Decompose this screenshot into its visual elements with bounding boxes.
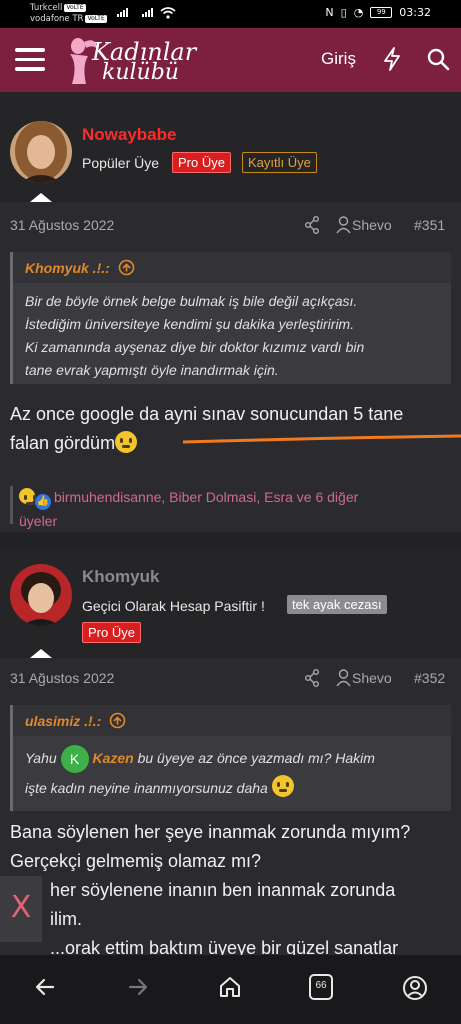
forward-icon[interactable] [126,975,150,999]
shocked-reaction-icon [19,488,35,505]
post-date[interactable]: 31 Ağustos 2022 [10,217,114,233]
user-header: Nowaybabe Popüler Üye Pro Üye Kayıtlı Üy… [0,92,461,202]
pro-badge: Pro Üye [82,622,141,643]
quote-block: ulasimiz .!.: Yahu K Kazen bu üyeye az ö… [10,705,451,811]
battery-icon: 99 [370,7,393,18]
person-icon [336,669,351,687]
username[interactable]: Khomyuk [82,567,159,587]
message-line: Bana söylenen her şeye inanmak zorunda m… [10,822,411,842]
laughing-emoji-icon [271,775,294,798]
quote-block: Khomyuk .!.: Bir de böyle örnek belge bu… [10,252,451,384]
carrier-info: Turkcell VoLTE vodafone TR VoLTE [30,3,107,25]
meta-username[interactable]: Shevo [352,670,392,686]
search-icon[interactable] [426,47,450,71]
post-352: Khomyuk Geçici Olarak Hesap Pasiftir ! t… [0,548,461,968]
share-icon[interactable] [304,669,320,687]
wifi-icon [160,7,176,19]
status-bar: Turkcell VoLTE vodafone TR VoLTE N ▯ ◔ 99 … [0,0,461,28]
quote-line: Ki zamanında ayşenaz diye bir doktor kız… [25,339,365,355]
arrow-up-circle-icon[interactable] [109,712,126,729]
status-right: N ▯ ◔ 99 03:32 [325,6,431,19]
bolt-icon[interactable] [382,47,402,71]
post-number[interactable]: #351 [414,217,445,233]
quote-body: Bir de böyle örnek belge bulmak iş bile … [25,290,364,382]
reaction-users-2[interactable]: üyeler [19,510,451,532]
tabs-count: 66 [315,980,327,991]
quote-line: işte kadın neyine inanmıyorsunuz daha [25,773,375,803]
eye-roll-emoji-icon [115,431,138,453]
menu-icon[interactable] [15,48,45,72]
penalty-badge: tek ayak cezası [287,595,387,614]
nfc-icon: N [325,6,334,19]
site-header: Kadınlar kulübü Giriş [0,28,461,92]
logo-text-2: kulübü [102,60,179,85]
quote-line: Yahu K Kazen bu üyeye az önce yazmadı mı… [25,743,375,774]
user-title: Popüler Üye [82,155,160,171]
site-logo[interactable]: Kadınlar kulübü [64,34,196,86]
quote-header: Khomyuk .!.: [13,252,451,283]
quote-author[interactable]: ulasimiz .!.: [25,712,126,729]
volte-badge-2: VoLTE [85,14,107,23]
reaction-users[interactable]: birmuhendisanne, Biber Dolmasi, Esra ve … [54,489,358,505]
login-link[interactable]: Giriş [321,49,356,69]
like-reaction-icon: 👍 [35,494,51,510]
quote-line: tane evrak yapmıştı öyle inandırmak için… [25,362,279,378]
tabs-icon[interactable]: 66 [306,973,336,1001]
carrier-2: vodafone TR [30,14,84,24]
message-line: Az once google da ayni sınav sonucundan … [10,404,404,424]
quote-author[interactable]: Khomyuk .!.: [25,259,135,276]
post-351: Nowaybabe Popüler Üye Pro Üye Kayıtlı Üy… [0,92,461,532]
post-date[interactable]: 31 Ağustos 2022 [10,670,114,686]
message-line: her söylenene inanın ben inanmak zorunda [50,880,396,900]
username[interactable]: Nowaybabe [82,125,176,145]
post-meta: 31 Ağustos 2022 Shevo #351 [0,205,461,245]
user-title: Geçici Olarak Hesap Pasiftir ! [82,598,265,614]
back-icon[interactable] [33,975,57,999]
carrier-1: Turkcell [30,3,63,13]
person-icon [336,216,351,234]
post-meta: 31 Ağustos 2022 Shevo #352 [0,658,461,698]
user-caret [30,193,52,202]
avatar[interactable] [10,564,72,626]
signal-icon-2 [142,8,153,17]
quote-header: ulasimiz .!.: [13,705,451,736]
reactions-bar[interactable]: 👍 birmuhendisanne, Biber Dolmasi, Esra ve… [10,486,451,529]
avatar[interactable] [10,121,72,183]
quote-line: İstediğim üniversiteye kendimi şu dakika… [25,316,355,332]
orange-annotation-line [183,434,461,444]
browser-nav-bar: 66 [0,955,461,1024]
mention-name[interactable]: Kazen [92,750,133,766]
post-message: Az once google da ayni sınav sonucundan … [10,400,403,458]
home-icon[interactable] [218,975,242,999]
post-number[interactable]: #352 [414,670,445,686]
mention-avatar[interactable]: K [60,745,89,774]
close-ad-button[interactable]: X [0,876,42,942]
clock: 03:32 [399,6,431,19]
pro-badge: Pro Üye [172,152,231,173]
profile-icon[interactable] [402,975,428,1001]
screen: Turkcell VoLTE vodafone TR VoLTE N ▯ ◔ 99 … [0,0,461,1024]
share-icon[interactable] [304,216,320,234]
user-caret [30,649,52,658]
meta-username[interactable]: Shevo [352,217,392,233]
signal-icon [117,8,128,17]
post-message: Bana söylenen her şeye inanmak zorunda m… [10,818,410,963]
alarm-icon: ◔ [353,6,364,19]
message-line: ilim. [50,909,82,929]
message-line: Gerçekçi gelmemiş olamaz mı? [10,851,262,871]
quote-line: Bir de böyle örnek belge bulmak iş bile … [25,293,358,309]
registered-badge: Kayıtlı Üye [242,152,317,173]
volte-badge: VoLTE [64,3,86,12]
user-header: Khomyuk Geçici Olarak Hesap Pasiftir ! t… [0,548,461,658]
arrow-up-circle-icon[interactable] [118,259,135,276]
vibrate-icon: ▯ [340,6,347,19]
quote-body: Yahu K Kazen bu üyeye az önce yazmadı mı… [25,743,375,803]
